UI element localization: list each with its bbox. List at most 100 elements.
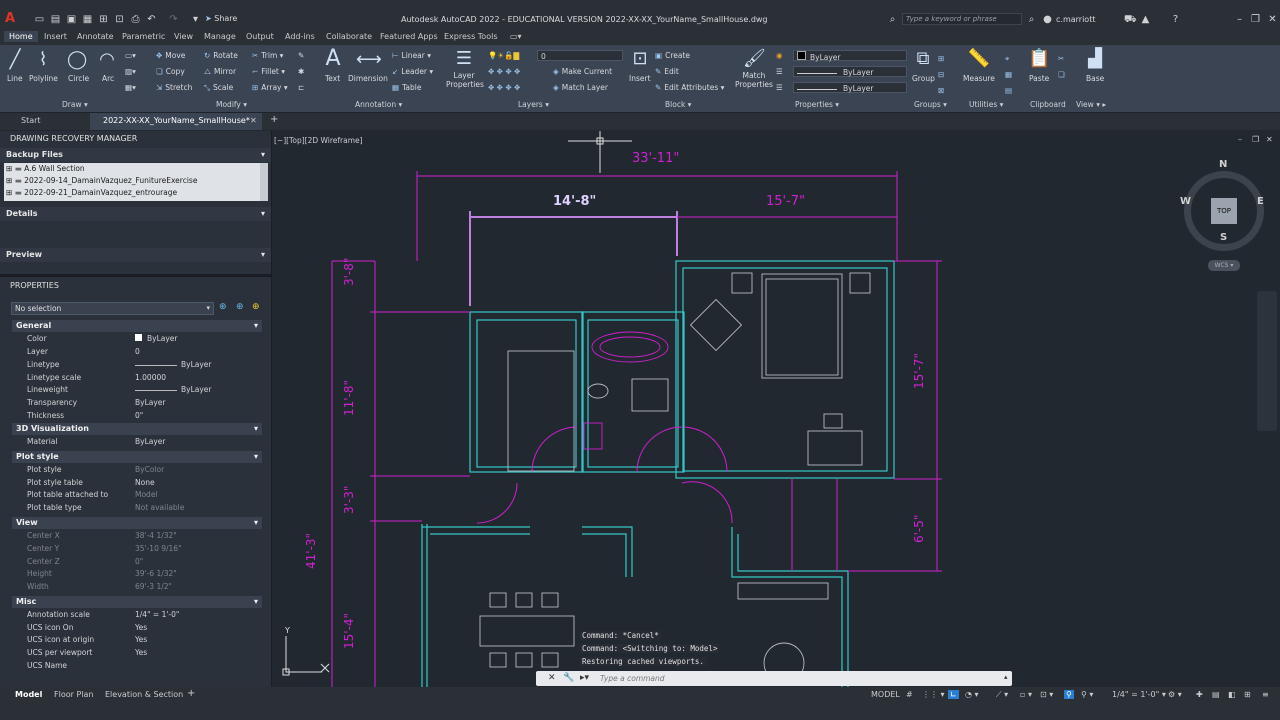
match-properties-icon[interactable]: 🖌 xyxy=(743,49,766,69)
tab-annotate[interactable]: Annotate xyxy=(77,32,114,41)
paste-icon[interactable]: 📋 xyxy=(1028,49,1050,69)
base-button[interactable]: Base xyxy=(1086,74,1104,83)
group-button[interactable]: Group xyxy=(912,74,935,83)
rectangle-icon[interactable]: ▭▾ xyxy=(125,51,136,60)
circle-icon[interactable]: ◯ xyxy=(67,50,87,70)
plot-style-group[interactable]: Plot style ▾ xyxy=(12,451,262,463)
offset-icon[interactable]: ⊏ xyxy=(298,83,304,92)
tab-featured-apps[interactable]: Featured Apps xyxy=(380,32,438,41)
grid-icon[interactable]: # xyxy=(906,690,913,699)
insert-icon[interactable]: ⊡ xyxy=(630,49,650,69)
prop-value[interactable]: ByLayer xyxy=(135,398,166,407)
prop-value[interactable]: ByLayer xyxy=(135,334,178,343)
paste-button[interactable]: Paste xyxy=(1029,74,1049,83)
plot-icon[interactable]: ⎙ xyxy=(130,14,141,25)
view-group[interactable]: View ▾ xyxy=(12,517,262,529)
ortho-icon[interactable]: ∟ xyxy=(948,690,959,699)
open-file-icon[interactable]: ▤ xyxy=(50,14,61,25)
user-icon[interactable]: ● xyxy=(1042,14,1053,25)
utilities-panel-label[interactable]: Utilities ▾ xyxy=(969,100,1003,109)
search-input[interactable]: Type a keyword or phrase xyxy=(902,13,1022,25)
text-button[interactable]: Text xyxy=(325,74,340,83)
start-tab[interactable]: Start xyxy=(21,116,41,125)
new-file-icon[interactable]: ▭ xyxy=(34,14,45,25)
compass-n[interactable]: N xyxy=(1219,159,1227,170)
dimension-button[interactable]: Dimension xyxy=(348,74,388,83)
color-wheel-icon[interactable]: ◉ xyxy=(776,51,783,60)
measure-icon[interactable]: 📏 xyxy=(967,49,991,69)
misc-group[interactable]: Misc ▾ xyxy=(12,596,262,608)
new-tab-icon[interactable]: + xyxy=(270,114,278,125)
binoculars-icon[interactable]: ⌕ xyxy=(887,14,898,25)
dim-text-right-v2[interactable]: 6'-5" xyxy=(912,515,926,543)
autocad-logo-icon[interactable]: A xyxy=(5,12,19,26)
line-button[interactable]: Line xyxy=(7,74,23,83)
layer-properties-button[interactable]: Layer Properties xyxy=(446,71,484,89)
annotation-monitor-icon[interactable]: ✚ xyxy=(1196,690,1203,699)
dim-text-left-v2[interactable]: 11'-8" xyxy=(342,380,356,416)
annotation-visibility-icon[interactable]: ⚲ xyxy=(1064,690,1074,699)
tab-home[interactable]: Home xyxy=(4,31,38,42)
model-space-toggle[interactable]: MODEL xyxy=(871,690,900,699)
list-item[interactable]: ⊞ ▬ 2022-09-21_DamainVazquez_entrourage xyxy=(6,188,177,197)
dim-text-overall-top[interactable]: 33'-11" xyxy=(632,151,679,166)
prop-value[interactable]: Yes xyxy=(135,648,147,657)
prop-value[interactable]: Yes xyxy=(135,635,147,644)
command-customize-icon[interactable]: 🔧 xyxy=(563,673,574,683)
utility-tools-icons[interactable]: ⌖ ▦ ▤ xyxy=(1005,51,1017,99)
prop-value[interactable]: Yes xyxy=(135,623,147,632)
clipboard-tools-icons[interactable]: ✂ ❏ xyxy=(1058,51,1070,83)
save-icon[interactable]: ▣ xyxy=(66,14,77,25)
units-icon[interactable]: ▤ xyxy=(1212,690,1220,699)
workspace-gear-icon[interactable]: ⚙ ▾ xyxy=(1168,690,1182,699)
region-icon[interactable]: ▦▾ xyxy=(125,83,136,92)
prop-value[interactable]: 1.00000 xyxy=(135,373,166,382)
tab-insert[interactable]: Insert xyxy=(44,32,67,41)
a360-icon[interactable]: ▲ xyxy=(1140,14,1151,25)
group-icon[interactable]: ⧉ xyxy=(912,49,934,69)
edit-block-button[interactable]: ✎ Edit xyxy=(655,67,679,76)
groups-panel-label[interactable]: Groups ▾ xyxy=(914,100,947,109)
lineweight-dropdown[interactable]: ByLayer xyxy=(793,66,907,77)
color-dropdown[interactable]: ByLayer xyxy=(793,50,907,62)
details-header[interactable]: Details ▾ xyxy=(0,207,271,221)
isolate-objects-icon[interactable]: ◧ xyxy=(1228,690,1236,699)
navigation-bar[interactable] xyxy=(1257,291,1277,431)
toggle-pickadd-icon[interactable]: ⊕ xyxy=(219,302,227,312)
insert-button[interactable]: Insert xyxy=(629,74,651,83)
text-icon[interactable]: A xyxy=(322,48,344,70)
trim-button[interactable]: ✂ Trim ▾ xyxy=(252,51,283,60)
command-recent-icon[interactable]: ▸▾ xyxy=(580,673,589,683)
general-group[interactable]: General ▾ xyxy=(12,320,262,332)
dim-text-left-v4[interactable]: 15'-4" xyxy=(342,613,356,649)
layer-tools-icons-row2[interactable]: ✥ ✥ ✥ ✥ xyxy=(488,83,520,92)
dim-text-right-room[interactable]: 15'-7" xyxy=(766,194,805,209)
clipboard-panel-label[interactable]: Clipboard xyxy=(1030,100,1066,109)
save-as-icon[interactable]: ▦ xyxy=(82,14,93,25)
array-button[interactable]: ⊞ Array ▾ xyxy=(252,83,288,92)
quick-select-icon[interactable]: ⊕ xyxy=(252,302,260,312)
dim-text-right-v1[interactable]: 15'-7" xyxy=(912,353,926,389)
linetype-dropdown[interactable]: ByLayer xyxy=(793,82,907,93)
explode-icon[interactable]: ✱ xyxy=(298,67,304,76)
save-web-icon[interactable]: ⊡ xyxy=(114,14,125,25)
command-input[interactable]: Type a command xyxy=(600,674,665,683)
ribbon-toggle-icon[interactable]: ▭▾ xyxy=(510,32,522,41)
visualization-group[interactable]: 3D Visualization ▾ xyxy=(12,423,262,435)
redo-icon[interactable]: ↷ xyxy=(168,14,179,25)
dimension-icon[interactable]: ⟷ xyxy=(356,50,382,70)
layer-properties-icon[interactable]: ☰ xyxy=(452,49,476,69)
wcs-menu[interactable]: WCS ▾ xyxy=(1208,260,1240,271)
autoscale-icon[interactable]: ⚲ ▾ xyxy=(1081,690,1093,699)
customization-icon[interactable]: ≡ xyxy=(1262,690,1269,699)
polyline-icon[interactable]: ⌇ xyxy=(33,50,53,70)
tab-parametric[interactable]: Parametric xyxy=(122,32,165,41)
rotate-button[interactable]: ↻ Rotate xyxy=(204,51,238,60)
copy-button[interactable]: ❏ Copy xyxy=(156,67,185,76)
minimize-icon[interactable]: – xyxy=(1234,14,1245,25)
prop-value[interactable]: None xyxy=(135,478,155,487)
base-view-icon[interactable]: ▟ xyxy=(1084,49,1106,69)
prop-value[interactable]: ByLayer xyxy=(135,360,212,369)
drawing-canvas[interactable]: [−][Top][2D Wireframe] – ❐ ✕ 33'-11" 14'… xyxy=(272,131,1280,687)
hatch-icon[interactable]: ▨▾ xyxy=(125,67,136,76)
